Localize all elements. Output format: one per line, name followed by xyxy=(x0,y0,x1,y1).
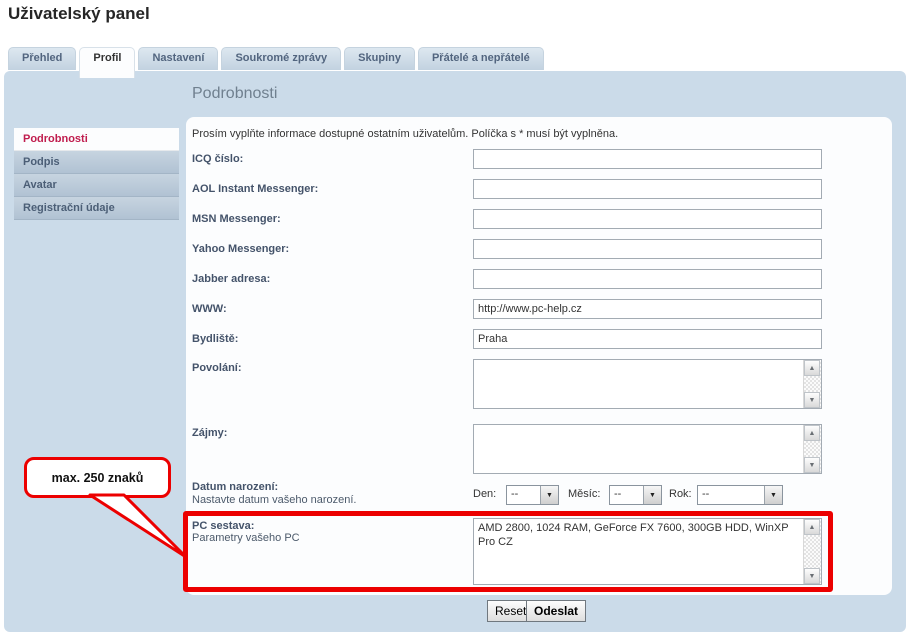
label-mesic: Měsíc: xyxy=(568,488,600,500)
section-heading: Podrobnosti xyxy=(192,85,277,103)
sidebar-item-registracni-udaje[interactable]: Registrační údaje xyxy=(14,197,179,220)
label-www: WWW: xyxy=(192,303,467,315)
year-select[interactable]: -- ▼ xyxy=(697,485,783,505)
note-pc-sestava: Parametry vašeho PC xyxy=(192,532,467,544)
aol-input[interactable] xyxy=(473,179,822,199)
label-rok: Rok: xyxy=(669,488,692,500)
tab-skupiny[interactable]: Skupiny xyxy=(344,47,415,70)
label-datum-narozeni: Datum narození: xyxy=(192,481,467,493)
msn-input[interactable] xyxy=(473,209,822,229)
sidebar-item-podrobnosti[interactable]: Podrobnosti xyxy=(14,128,179,151)
month-select-value: -- xyxy=(610,486,643,504)
tab-pratele[interactable]: Přátelé a nepřátelé xyxy=(418,47,544,70)
tab-bar: Přehled Profil Nastavení Soukromé zprávy… xyxy=(8,47,544,78)
label-jabber: Jabber adresa: xyxy=(192,273,467,285)
pc-sestava-scrollbar[interactable]: ▲ ▼ xyxy=(803,519,821,584)
submit-button[interactable]: Odeslat xyxy=(526,600,586,622)
label-aol: AOL Instant Messenger: xyxy=(192,183,467,195)
label-povolani: Povolání: xyxy=(192,362,467,374)
label-pc-sestava: PC sestava: xyxy=(192,520,467,532)
scroll-down-icon[interactable]: ▼ xyxy=(804,457,820,473)
year-select-value: -- xyxy=(698,486,764,504)
zajmy-textarea[interactable]: ▲ ▼ xyxy=(473,424,822,474)
www-input[interactable] xyxy=(473,299,822,319)
dropdown-arrow-icon[interactable]: ▼ xyxy=(540,486,558,504)
sidebar-item-avatar[interactable]: Avatar xyxy=(14,174,179,197)
label-icq: ICQ číslo: xyxy=(192,153,467,165)
sidebar-item-podpis[interactable]: Podpis xyxy=(14,151,179,174)
tab-soukrome-zpravy[interactable]: Soukromé zprávy xyxy=(221,47,341,70)
icq-input[interactable] xyxy=(473,149,822,169)
label-msn: MSN Messenger: xyxy=(192,213,467,225)
label-bydliste: Bydliště: xyxy=(192,333,467,345)
note-datum-narozeni: Nastavte datum vašeho narození. xyxy=(192,494,467,506)
tab-nastaveni[interactable]: Nastavení xyxy=(138,47,218,70)
month-select[interactable]: -- ▼ xyxy=(609,485,662,505)
tab-prehled[interactable]: Přehled xyxy=(8,47,76,70)
label-den: Den: xyxy=(473,488,496,500)
dropdown-arrow-icon[interactable]: ▼ xyxy=(764,486,782,504)
scroll-down-icon[interactable]: ▼ xyxy=(804,568,820,584)
povolani-textarea[interactable]: ▲ ▼ xyxy=(473,359,822,409)
callout-bubble: max. 250 znaků xyxy=(24,457,171,498)
user-control-panel: Uživatelský panel Přehled Profil Nastave… xyxy=(0,0,910,642)
povolani-scrollbar[interactable]: ▲ ▼ xyxy=(803,360,821,408)
intro-text: Prosím vyplňte informace dostupné ostatn… xyxy=(192,128,618,140)
page-title: Uživatelský panel xyxy=(8,4,150,24)
scroll-up-icon[interactable]: ▲ xyxy=(804,360,820,376)
dropdown-arrow-icon[interactable]: ▼ xyxy=(643,486,661,504)
day-select[interactable]: -- ▼ xyxy=(506,485,559,505)
scroll-down-icon[interactable]: ▼ xyxy=(804,392,820,408)
zajmy-scrollbar[interactable]: ▲ ▼ xyxy=(803,425,821,473)
label-yahoo: Yahoo Messenger: xyxy=(192,243,467,255)
zajmy-text xyxy=(474,425,803,473)
bydliste-input[interactable] xyxy=(473,329,822,349)
scroll-up-icon[interactable]: ▲ xyxy=(804,519,820,535)
yahoo-input[interactable] xyxy=(473,239,822,259)
povolani-text xyxy=(474,360,803,408)
pc-sestava-textarea[interactable]: AMD 2800, 1024 RAM, GeForce FX 7600, 300… xyxy=(473,518,822,585)
label-zajmy: Zájmy: xyxy=(192,427,467,439)
day-select-value: -- xyxy=(507,486,540,504)
jabber-input[interactable] xyxy=(473,269,822,289)
tab-profil[interactable]: Profil xyxy=(79,47,135,78)
pc-sestava-text: AMD 2800, 1024 RAM, GeForce FX 7600, 300… xyxy=(474,519,803,584)
scroll-up-icon[interactable]: ▲ xyxy=(804,425,820,441)
